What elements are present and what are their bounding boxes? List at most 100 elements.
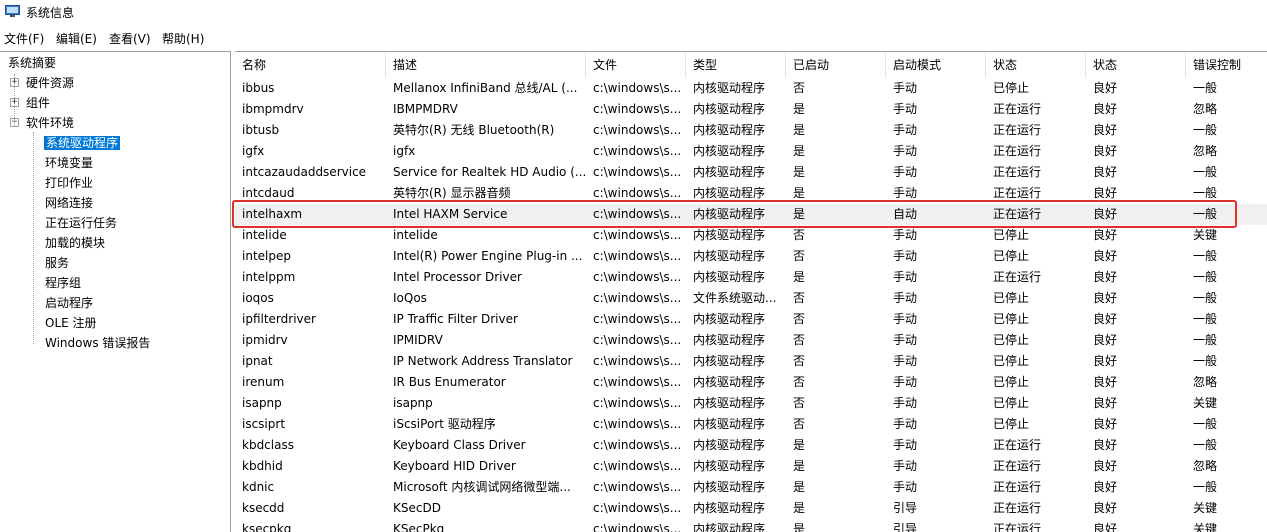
expand-icon[interactable]: +	[10, 78, 19, 87]
cell-state: 已停止	[993, 291, 1030, 305]
cell-type: 内核驱动程序	[693, 417, 766, 431]
table-row[interactable]: ioqos IoQos c:\windows\s... 文件系统驱动... 否 手动 已停止…	[235, 288, 1267, 309]
cell-started: 是	[793, 123, 806, 137]
tree-item-label: 程序组	[45, 276, 82, 290]
table-row[interactable]: isapnp isapnp c:\windows\s... 内核驱动程序 否 手动 已停止 良…	[235, 393, 1267, 414]
tree-item-environment-variables[interactable]: 环境变量	[45, 154, 93, 172]
cell-type: 内核驱动程序	[693, 459, 766, 473]
tree-item-loaded-modules[interactable]: 加载的模块	[45, 234, 105, 252]
tree-item-network-connections[interactable]: 网络连接	[45, 194, 93, 212]
column-header-name[interactable]: 名称	[235, 52, 386, 78]
cell-error-control: 关键	[1193, 501, 1218, 515]
table-row[interactable]: intelide intelide c:\windows\s... 内核驱动程序 否 手动…	[235, 225, 1267, 246]
menu-file[interactable]: 文件(F)	[4, 30, 44, 47]
tree-item-label: 网络连接	[45, 196, 94, 210]
cell-error-control: 忽略	[1193, 375, 1218, 389]
cell-status: 良好	[1093, 375, 1118, 389]
cell-state: 正在运行	[993, 522, 1042, 532]
cell-type: 内核驱动程序	[693, 165, 766, 179]
table-row[interactable]: intelhaxm Intel HAXM Service c:\windows\s.…	[235, 204, 1267, 225]
cell-start-mode: 自动	[893, 207, 918, 221]
column-header-error-control[interactable]: 错误控制	[1186, 52, 1267, 78]
tree-item-system-drivers[interactable]: 系统驱动程序	[44, 134, 121, 152]
cell-description: Service for Realtek HD Audio (...	[393, 165, 586, 179]
cell-name: ipfilterdriver	[242, 312, 316, 326]
cell-description: igfx	[393, 144, 416, 158]
cell-state: 已停止	[993, 354, 1030, 368]
expand-icon[interactable]: +	[10, 98, 19, 107]
cell-started: 是	[793, 501, 806, 515]
tree-item-hardware-resources[interactable]: + 硬件资源	[0, 74, 228, 92]
tree-item-components[interactable]: + 组件	[0, 94, 228, 112]
column-header-file[interactable]: 文件	[586, 52, 686, 78]
tree-item-startup-programs[interactable]: 启动程序	[45, 294, 93, 312]
cell-status: 良好	[1093, 81, 1118, 95]
tree-item-system-summary[interactable]: 系统摘要	[8, 54, 56, 72]
tree-item-ole-registration[interactable]: OLE 注册	[45, 314, 97, 332]
table-row[interactable]: intcazaudaddservice Service for Realtek H…	[235, 162, 1267, 183]
cell-started: 是	[793, 144, 806, 158]
cell-state: 已停止	[993, 81, 1030, 95]
cell-error-control: 忽略	[1193, 459, 1218, 473]
cell-file: c:\windows\s...	[593, 417, 682, 431]
category-tree[interactable]: 系统摘要 + 硬件资源 + 组件 − 软件环境 系统驱动程序 环境变量 打印作业…	[0, 51, 231, 532]
tree-item-services[interactable]: 服务	[45, 254, 69, 272]
table-row[interactable]: kbdclass Keyboard Class Driver c:\windows\…	[235, 435, 1267, 456]
cell-type: 内核驱动程序	[693, 207, 766, 221]
table-row[interactable]: intelpep Intel(R) Power Engine Plug-in ..…	[235, 246, 1267, 267]
menu-help[interactable]: 帮助(H)	[162, 30, 204, 47]
menu-view[interactable]: 查看(V)	[109, 30, 151, 47]
column-header-started[interactable]: 已启动	[786, 52, 886, 78]
table-row[interactable]: kdnic Microsoft 内核调试网络微型端... c:\windows\s.…	[235, 477, 1267, 498]
table-row[interactable]: ibmpmdrv IBMPMDRV c:\windows\s... 内核驱动程序 是 手动…	[235, 99, 1267, 120]
cell-name: ibmpmdrv	[242, 102, 304, 116]
cell-file: c:\windows\s...	[593, 333, 682, 347]
cell-description: IP Traffic Filter Driver	[393, 312, 518, 326]
table-row[interactable]: ipmidrv IPMIDRV c:\windows\s... 内核驱动程序 否 手动 已停…	[235, 330, 1267, 351]
tree-item-program-groups[interactable]: 程序组	[45, 274, 81, 292]
table-row[interactable]: ibbus Mellanox InfiniBand 总线/AL (... c:\wi…	[235, 78, 1267, 99]
column-header-description[interactable]: 描述	[386, 52, 586, 78]
table-row[interactable]: ksecdd KSecDD c:\windows\s... 内核驱动程序 是 引导 正在运行…	[235, 498, 1267, 519]
tree-item-running-tasks[interactable]: 正在运行任务	[45, 214, 117, 232]
cell-name: ioqos	[242, 291, 274, 305]
cell-state: 已停止	[993, 375, 1030, 389]
collapse-icon[interactable]: −	[10, 118, 19, 127]
menu-edit[interactable]: 编辑(E)	[56, 30, 97, 47]
cell-file: c:\windows\s...	[593, 438, 682, 452]
cell-file: c:\windows\s...	[593, 459, 682, 473]
table-row[interactable]: kbdhid Keyboard HID Driver c:\windows\s...…	[235, 456, 1267, 477]
cell-file: c:\windows\s...	[593, 312, 682, 326]
cell-name: intelide	[242, 228, 287, 242]
cell-type: 内核驱动程序	[693, 81, 766, 95]
table-row[interactable]: ibtusb 英特尔(R) 无线 Bluetooth(R) c:\windows\s…	[235, 120, 1267, 141]
cell-description: Keyboard Class Driver	[393, 438, 526, 452]
driver-list[interactable]: 名称 描述 文件 类型 已启动 启动模式 状态 状态 错误控制 ibbus Mel…	[235, 51, 1267, 532]
cell-type: 内核驱动程序	[693, 438, 766, 452]
tree-item-windows-error-reporting[interactable]: Windows 错误报告	[45, 334, 150, 352]
tree-item-print-jobs[interactable]: 打印作业	[45, 174, 93, 192]
cell-error-control: 一般	[1193, 165, 1218, 179]
window-title: 系统信息	[26, 6, 75, 20]
table-row[interactable]: ksecpkg KSecPkg c:\windows\s... 内核驱动程序 是 引导 正在…	[235, 519, 1267, 532]
table-row[interactable]: ipnat IP Network Address Translator c:\win…	[235, 351, 1267, 372]
cell-error-control: 一般	[1193, 417, 1218, 431]
table-row[interactable]: intelppm Intel Processor Driver c:\windows…	[235, 267, 1267, 288]
cell-started: 是	[793, 522, 806, 532]
table-row[interactable]: ipfilterdriver IP Traffic Filter Driver c:…	[235, 309, 1267, 330]
column-header-state[interactable]: 状态	[986, 52, 1086, 78]
tree-item-software-environment[interactable]: − 软件环境	[0, 114, 228, 132]
cell-status: 良好	[1093, 207, 1118, 221]
cell-state: 正在运行	[993, 480, 1042, 494]
column-header-type[interactable]: 类型	[686, 52, 786, 78]
cell-name: ipnat	[242, 354, 273, 368]
table-row[interactable]: iscsiprt iScsiPort 驱动程序 c:\windows\s... 内核驱…	[235, 414, 1267, 435]
cell-started: 否	[793, 249, 806, 263]
cell-file: c:\windows\s...	[593, 249, 682, 263]
column-header-status[interactable]: 状态	[1086, 52, 1186, 78]
tree-item-label: 环境变量	[45, 156, 94, 170]
table-row[interactable]: igfx igfx c:\windows\s... 内核驱动程序 是 手动 正在运行 良好 忽略	[235, 141, 1267, 162]
table-row[interactable]: irenum IR Bus Enumerator c:\windows\s... 内核…	[235, 372, 1267, 393]
table-row[interactable]: intcdaud 英特尔(R) 显示器音频 c:\windows\s... 内核驱动程…	[235, 183, 1267, 204]
column-header-start-mode[interactable]: 启动模式	[886, 52, 986, 78]
